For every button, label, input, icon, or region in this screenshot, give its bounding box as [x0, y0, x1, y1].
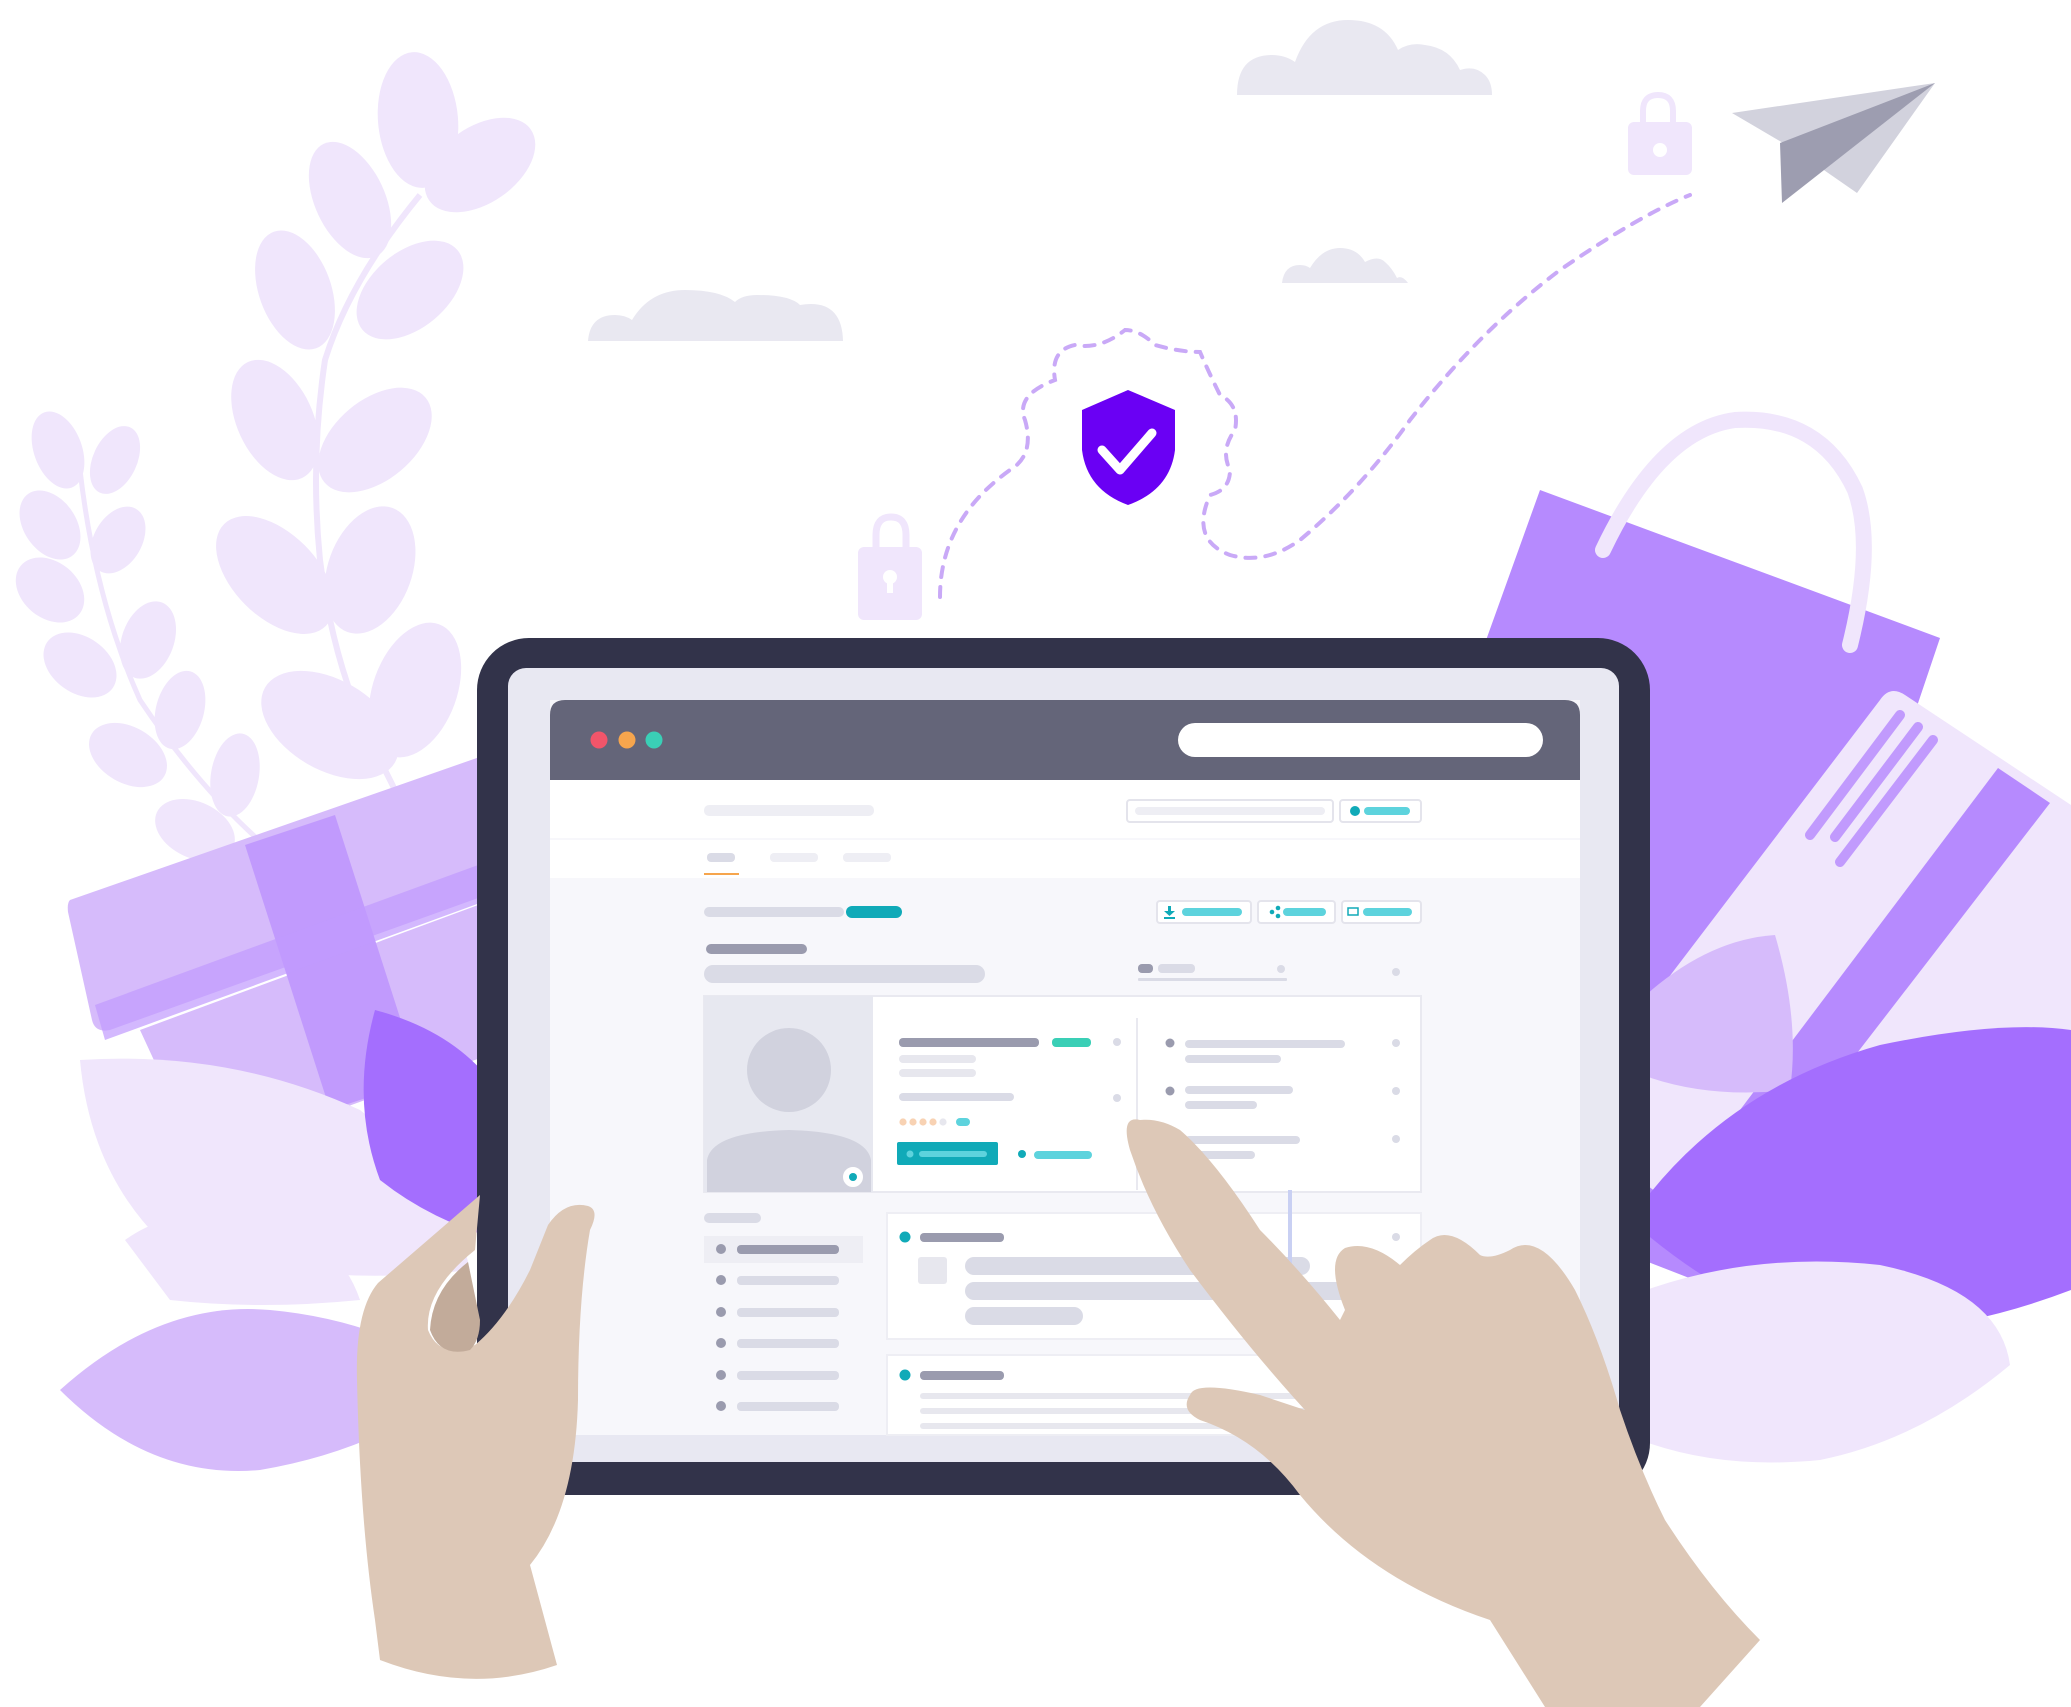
paper-plane-icon — [1732, 83, 1935, 203]
leaf-icon — [1620, 1261, 2010, 1463]
profile-dot — [1113, 1038, 1121, 1046]
filter-divider — [1138, 978, 1287, 981]
profile-meta-skeleton — [899, 1069, 976, 1077]
header-search-placeholder — [1135, 807, 1325, 815]
detail-line — [1185, 1101, 1257, 1109]
content-card-title — [920, 1371, 1004, 1380]
lock-icon — [858, 513, 922, 620]
leaf-icon — [15, 557, 85, 623]
tab-strip — [550, 840, 1580, 878]
leaf-icon — [154, 670, 206, 750]
profile-meta-skeleton — [899, 1055, 976, 1063]
secondary-action-dot — [1018, 1150, 1026, 1158]
profile-tag — [1052, 1038, 1091, 1047]
share-button-label — [1283, 908, 1326, 916]
page-subtitle-skeleton — [704, 965, 985, 983]
tab-item[interactable] — [843, 853, 891, 862]
profile-card — [703, 995, 1422, 1193]
shield-check-icon — [1082, 390, 1175, 505]
filter-dot — [1392, 968, 1400, 976]
help-button-label — [1364, 807, 1410, 815]
leaf-icon — [119, 601, 177, 679]
detail-line — [1185, 1040, 1345, 1048]
address-bar[interactable] — [1178, 723, 1543, 757]
cloud-icon — [1282, 248, 1408, 283]
tab-item[interactable] — [770, 853, 818, 862]
profile-name-skeleton — [899, 1038, 1039, 1047]
detail-line — [1185, 1086, 1293, 1094]
page-title-skeleton — [706, 944, 807, 954]
header-title-skeleton — [704, 805, 874, 816]
window-maximize-dot[interactable] — [645, 731, 663, 749]
help-icon — [1350, 806, 1360, 816]
breadcrumb-skeleton — [704, 907, 844, 917]
detail-line — [1185, 1055, 1281, 1063]
leaf-icon — [210, 733, 260, 817]
leaf-icon — [19, 490, 81, 560]
tab-active-underline — [704, 873, 739, 875]
detail-line — [1185, 1136, 1300, 1144]
illustration-scene — [15, 20, 2071, 1707]
content-card-thumbnail — [918, 1257, 947, 1284]
email-button-label — [1363, 908, 1412, 916]
download-button-label — [1182, 908, 1242, 916]
cloud-icon — [588, 290, 843, 341]
tab-active[interactable] — [707, 853, 735, 862]
primary-action-label — [919, 1151, 987, 1157]
secondary-action-link[interactable] — [1034, 1151, 1092, 1159]
status-badge — [846, 906, 902, 918]
filter-dot — [1277, 965, 1285, 973]
side-menu-heading — [704, 1213, 761, 1223]
branch-left-small — [15, 411, 272, 861]
avatar-icon — [747, 1028, 831, 1112]
content-card-title — [920, 1233, 1004, 1242]
profile-dot — [1113, 1094, 1121, 1102]
filter-chip-label — [1158, 964, 1195, 973]
cloud-icon — [1237, 20, 1492, 95]
window-minimize-dot[interactable] — [618, 731, 636, 749]
profile-role-skeleton — [899, 1093, 1014, 1101]
leaf-icon — [89, 426, 141, 494]
window-close-dot[interactable] — [590, 731, 608, 749]
content-card-line — [965, 1307, 1083, 1325]
lock-icon — [1628, 91, 1692, 175]
filter-chip[interactable] — [1138, 964, 1153, 973]
